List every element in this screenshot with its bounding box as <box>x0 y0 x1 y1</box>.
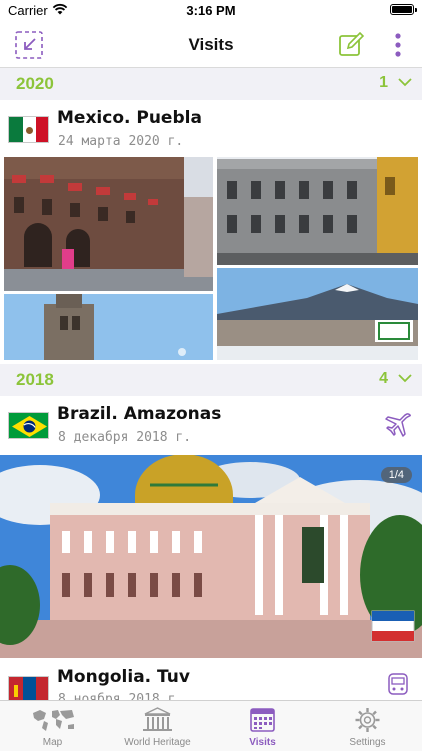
tab-label: World Heritage <box>124 737 191 748</box>
mexico-flag <box>8 116 49 143</box>
photo-puebla-tower[interactable] <box>4 294 213 360</box>
status-bar: Carrier 3:16 PM <box>0 0 422 22</box>
visit-title: Mongolia. Tuv <box>57 667 190 687</box>
chevron-down-icon[interactable] <box>398 77 412 87</box>
calendar-icon <box>250 708 275 732</box>
visit-title: Brazil. Amazonas <box>57 404 222 424</box>
visit-title: Mexico. Puebla <box>57 108 202 128</box>
visit-date: 24 марта 2020 г. <box>58 134 184 149</box>
airplane-icon <box>385 413 411 437</box>
section-count: 4 <box>379 370 388 387</box>
tab-bar: Map World Heritage Visits Settings <box>0 700 422 751</box>
brazil-flag <box>8 412 49 439</box>
photo-amazon-theatre[interactable] <box>0 455 422 658</box>
section-header-2018[interactable]: 2018 4 <box>0 364 422 396</box>
tab-settings[interactable]: Settings <box>315 701 420 751</box>
heritage-temple-icon <box>143 707 172 731</box>
tab-map[interactable]: Map <box>0 701 105 751</box>
more-icon[interactable] <box>384 30 414 60</box>
photo-puebla-building[interactable] <box>217 157 418 265</box>
tab-world-heritage[interactable]: World Heritage <box>105 701 210 751</box>
section-count: 1 <box>379 74 388 91</box>
tab-label: Visits <box>249 737 276 748</box>
tab-visits[interactable]: Visits <box>210 701 315 751</box>
photo-puebla-volcano[interactable] <box>217 268 418 360</box>
battery-icon <box>390 4 414 15</box>
edit-icon[interactable] <box>336 30 366 60</box>
chevron-down-icon[interactable] <box>398 373 412 383</box>
clock: 3:16 PM <box>186 3 236 18</box>
section-year: 2018 <box>16 370 54 389</box>
tab-label: Settings <box>349 737 386 748</box>
tab-label: Map <box>42 737 63 748</box>
section-year: 2020 <box>16 74 54 93</box>
world-map-icon <box>33 710 74 731</box>
navigation-bar: Visits <box>0 22 422 68</box>
gear-icon <box>355 708 380 732</box>
visit-date: 8 декабря 2018 г. <box>58 430 192 445</box>
train-icon <box>388 673 408 695</box>
photo-counter-badge: 1/4 <box>380 467 412 483</box>
section-header-2020[interactable]: 2020 1 <box>0 68 422 100</box>
mongolia-flag <box>8 676 49 703</box>
photo-puebla-street[interactable] <box>4 157 213 291</box>
